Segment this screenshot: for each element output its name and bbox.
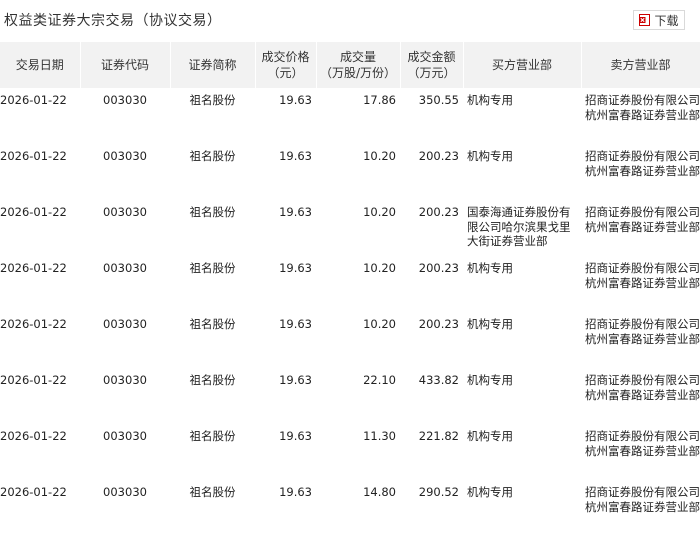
table-body: 2026-01-22 003030 祖名股份 19.63 17.86 350.55 机构专用… xyxy=(0,88,700,536)
table-row: 2026-01-22 003030 祖名股份 19.63 11.30 221.82 机构专用… xyxy=(0,424,700,480)
price-cell: 19.63 xyxy=(279,485,312,499)
security-name-cell: 祖名股份 xyxy=(189,93,236,107)
security-code-cell: 003030 xyxy=(103,261,147,275)
volume-cell: 17.86 xyxy=(363,93,396,107)
trade-date-cell: 2026-01-22 xyxy=(0,149,67,163)
seller-branch-cell: 招商证券股份有限公司杭州富春路证券营业部 xyxy=(585,261,700,290)
volume-cell: 10.20 xyxy=(363,317,396,331)
buyer-branch-cell: 机构专用 xyxy=(467,93,513,107)
volume-cell: 10.20 xyxy=(363,261,396,275)
seller-branch-cell: 招商证券股份有限公司杭州富春路证券营业部 xyxy=(585,373,700,402)
title-bar: 权益类证券大宗交易（协议交易） 下载 xyxy=(0,0,700,38)
column-header-unit: （元） xyxy=(267,66,304,80)
security-code-cell: 003030 xyxy=(103,373,147,387)
security-code-cell: 003030 xyxy=(103,317,147,331)
security-name-cell: 祖名股份 xyxy=(189,205,236,219)
amount-cell: 200.23 xyxy=(418,317,459,331)
column-header-label: 成交量 xyxy=(339,50,376,64)
excel-file-icon xyxy=(639,14,651,26)
security-name-cell: 祖名股份 xyxy=(189,261,236,275)
volume-cell: 14.80 xyxy=(363,485,396,499)
price-cell: 19.63 xyxy=(279,373,312,387)
column-header[interactable]: 成交价格 （元） xyxy=(255,42,317,88)
table-header-row: 交易日期 证券代码 证券简称 成交价格 （元） 成交量 （万股/万份） 成交金额 （万元） 买方营… xyxy=(0,42,700,88)
trade-date-cell: 2026-01-22 xyxy=(0,485,67,499)
price-cell: 19.63 xyxy=(279,261,312,275)
amount-cell: 221.82 xyxy=(418,429,459,443)
block-trade-table: 交易日期 证券代码 证券简称 成交价格 （元） 成交量 （万股/万份） 成交金额 （万元） 买方营… xyxy=(0,42,700,536)
price-cell: 19.63 xyxy=(279,429,312,443)
column-header[interactable]: 买方营业部 xyxy=(463,42,582,88)
buyer-branch-cell: 机构专用 xyxy=(467,373,513,387)
volume-cell: 22.10 xyxy=(363,373,396,387)
security-name-cell: 祖名股份 xyxy=(189,373,236,387)
trade-date-cell: 2026-01-22 xyxy=(0,261,67,275)
buyer-branch-cell: 机构专用 xyxy=(467,149,513,163)
security-code-cell: 003030 xyxy=(103,149,147,163)
volume-cell: 10.20 xyxy=(363,205,396,219)
table-row: 2026-01-22 003030 祖名股份 19.63 10.20 200.23 国泰海通… xyxy=(0,200,700,256)
volume-cell: 11.30 xyxy=(363,429,396,443)
security-code-cell: 003030 xyxy=(103,429,147,443)
trade-date-cell: 2026-01-22 xyxy=(0,429,67,443)
table-row: 2026-01-22 003030 祖名股份 19.63 10.20 200.23 机构专用… xyxy=(0,256,700,312)
column-header-label: 买方营业部 xyxy=(491,58,552,72)
column-header[interactable]: 成交金额 （万元） xyxy=(400,42,464,88)
price-cell: 19.63 xyxy=(279,149,312,163)
table-row: 2026-01-22 003030 祖名股份 19.63 17.86 350.55 机构专用… xyxy=(0,88,700,144)
table-row: 2026-01-22 003030 祖名股份 19.63 22.10 433.82 机构专用… xyxy=(0,368,700,424)
column-header[interactable]: 交易日期 xyxy=(0,42,81,88)
amount-cell: 200.23 xyxy=(418,205,459,219)
column-header[interactable]: 卖方营业部 xyxy=(581,42,700,88)
buyer-branch-cell: 机构专用 xyxy=(467,429,513,443)
download-button[interactable]: 下载 xyxy=(633,10,685,30)
security-code-cell: 003030 xyxy=(103,93,147,107)
buyer-branch-cell: 机构专用 xyxy=(467,485,513,499)
page-title: 权益类证券大宗交易（协议交易） xyxy=(4,13,222,29)
buyer-branch-cell: 机构专用 xyxy=(467,261,513,275)
column-header-label: 成交价格 xyxy=(261,50,310,64)
seller-branch-cell: 招商证券股份有限公司杭州富春路证券营业部 xyxy=(585,205,700,234)
column-header-unit: （万元） xyxy=(407,66,456,80)
security-name-cell: 祖名股份 xyxy=(189,485,236,499)
amount-cell: 433.82 xyxy=(418,373,459,387)
trade-date-cell: 2026-01-22 xyxy=(0,373,67,387)
amount-cell: 200.23 xyxy=(418,261,459,275)
volume-cell: 10.20 xyxy=(363,149,396,163)
amount-cell: 290.52 xyxy=(418,485,459,499)
column-header-label: 成交金额 xyxy=(407,50,456,64)
security-name-cell: 祖名股份 xyxy=(189,149,236,163)
seller-branch-cell: 招商证券股份有限公司杭州富春路证券营业部 xyxy=(585,429,700,458)
column-header-label: 证券代码 xyxy=(100,58,149,72)
trade-date-cell: 2026-01-22 xyxy=(0,317,67,331)
column-header-unit: （万股/万份） xyxy=(319,66,397,80)
table-row: 2026-01-22 003030 祖名股份 19.63 14.80 290.52 机构专用… xyxy=(0,480,700,536)
buyer-branch-cell: 机构专用 xyxy=(467,317,513,331)
download-label: 下载 xyxy=(654,13,679,28)
security-code-cell: 003030 xyxy=(103,205,147,219)
table-row: 2026-01-22 003030 祖名股份 19.63 10.20 200.23 机构专用… xyxy=(0,312,700,368)
price-cell: 19.63 xyxy=(279,205,312,219)
seller-branch-cell: 招商证券股份有限公司杭州富春路证券营业部 xyxy=(585,149,700,178)
column-header-label: 证券简称 xyxy=(188,58,237,72)
amount-cell: 200.23 xyxy=(418,149,459,163)
seller-branch-cell: 招商证券股份有限公司杭州富春路证券营业部 xyxy=(585,93,700,122)
column-header-label: 交易日期 xyxy=(15,58,64,72)
column-header-label: 卖方营业部 xyxy=(610,58,671,72)
seller-branch-cell: 招商证券股份有限公司杭州富春路证券营业部 xyxy=(585,485,700,514)
trade-date-cell: 2026-01-22 xyxy=(0,93,67,107)
price-cell: 19.63 xyxy=(279,93,312,107)
security-name-cell: 祖名股份 xyxy=(189,429,236,443)
table-row: 2026-01-22 003030 祖名股份 19.63 10.20 200.23 机构专用… xyxy=(0,144,700,200)
column-header[interactable]: 证券简称 xyxy=(170,42,256,88)
column-header[interactable]: 证券代码 xyxy=(80,42,171,88)
trade-date-cell: 2026-01-22 xyxy=(0,205,67,219)
seller-branch-cell: 招商证券股份有限公司杭州富春路证券营业部 xyxy=(585,317,700,346)
security-code-cell: 003030 xyxy=(103,485,147,499)
column-header[interactable]: 成交量 （万股/万份） xyxy=(316,42,401,88)
buyer-branch-cell: 国泰海通证券股份有限公司哈尔滨果戈里大街证券营业部 xyxy=(467,205,571,248)
amount-cell: 350.55 xyxy=(418,93,459,107)
price-cell: 19.63 xyxy=(279,317,312,331)
security-name-cell: 祖名股份 xyxy=(189,317,236,331)
